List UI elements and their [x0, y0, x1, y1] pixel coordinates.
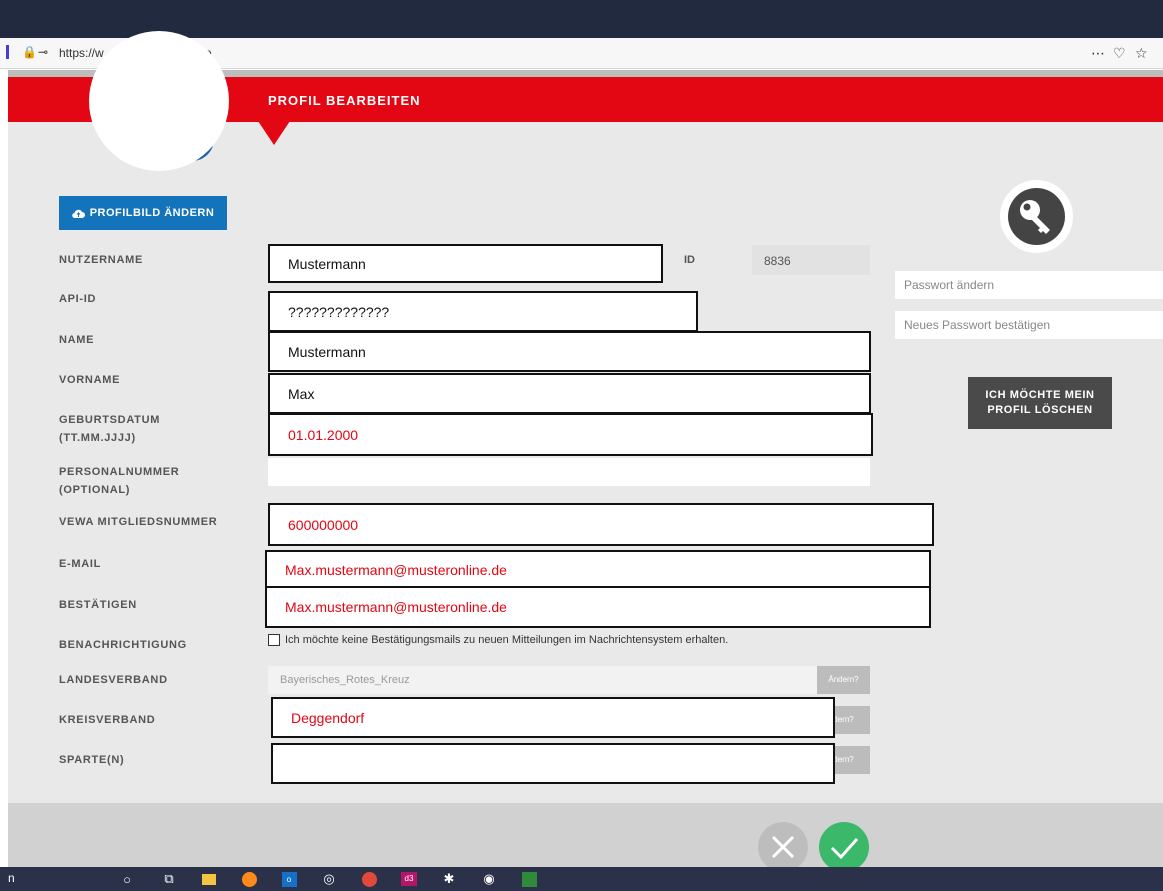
file-explorer-icon[interactable] — [200, 870, 218, 888]
label-vorname: VORNAME — [59, 374, 121, 386]
confirm-button[interactable] — [819, 822, 869, 872]
permission-icon[interactable]: ⊸ — [38, 45, 48, 59]
notification-checkbox[interactable] — [268, 634, 280, 646]
cancel-button[interactable] — [758, 822, 808, 872]
nutzername-input[interactable]: Mustermann — [268, 244, 663, 283]
confirm-password-input[interactable]: Neues Passwort bestätigen — [895, 311, 1163, 339]
action-bar — [8, 803, 1163, 867]
check-icon — [830, 838, 859, 860]
label-personalnummer: PERSONALNUMMER — [59, 466, 180, 478]
landesverband-field: Bayerisches_Rotes_Kreuz — [268, 666, 817, 694]
taskbar-search-text[interactable]: n — [8, 871, 15, 885]
delete-profile-label-line2: PROFIL LÖSCHEN — [987, 404, 1093, 416]
email-input[interactable]: Max.mustermann@musteronline.de — [265, 550, 931, 589]
key-icon — [1008, 188, 1065, 245]
label-geburtsdatum: GEBURTSDATUM — [59, 414, 161, 426]
label-name: NAME — [59, 334, 95, 346]
app-icon[interactable] — [520, 870, 538, 888]
sidebar-edge — [6, 45, 9, 59]
vewa-input[interactable]: 600000000 — [268, 503, 934, 546]
change-profile-picture-label: PROFILBILD ÄNDERN — [89, 207, 215, 219]
notification-text: Ich möchte keine Bestätigungsmails zu ne… — [285, 634, 729, 646]
label-sparten: SPARTE(N) — [59, 754, 125, 766]
vorname-input[interactable]: Max — [268, 373, 871, 414]
close-icon — [771, 835, 795, 859]
lock-icon[interactable]: 🔒 — [22, 45, 37, 59]
task-view-icon[interactable]: ⧉ — [160, 870, 178, 888]
label-nutzername: NUTZERNAME — [59, 254, 143, 266]
header-arrow — [258, 121, 290, 145]
geburtsdatum-input[interactable]: 01.01.2000 — [268, 413, 873, 456]
delete-profile-label-line1: ICH MÖCHTE MEIN — [985, 389, 1095, 401]
label-bestaetigen: BESTÄTIGEN — [59, 599, 137, 611]
label-benachrichtigung: BENACHRICHTIGUNG — [59, 639, 187, 651]
new-password-input[interactable]: Passwort ändern — [895, 271, 1163, 299]
label-vewa: VEWA MITGLIEDSNUMMER — [59, 516, 218, 528]
delete-profile-button[interactable]: ICH MÖCHTE MEIN PROFIL LÖSCHEN — [968, 377, 1112, 429]
firefox-icon[interactable] — [240, 870, 258, 888]
kreisverband-input[interactable]: Deggendorf — [271, 697, 835, 738]
id-label: ID — [684, 254, 695, 266]
d3-icon[interactable]: d3 — [400, 870, 418, 888]
email-confirm-input[interactable]: Max.mustermann@musteronline.de — [265, 586, 931, 628]
network-icon[interactable]: ✱ — [440, 870, 458, 888]
change-profile-picture-button[interactable]: PROFILBILD ÄNDERN — [59, 196, 227, 230]
notification-row: Ich möchte keine Bestätigungsmails zu ne… — [268, 634, 728, 646]
label-landesverband: LANDESVERBAND — [59, 674, 168, 686]
api-id-input[interactable]: ????????????? — [268, 291, 698, 332]
name-input[interactable]: Mustermann — [268, 331, 871, 372]
label-api-id: API-ID — [59, 293, 97, 305]
label-geburtsdatum-format: (TT.MM.JJJJ) — [59, 432, 136, 444]
id-value: 8836 — [752, 245, 870, 275]
url-text[interactable]: https://w — [59, 46, 104, 60]
personalnummer-input[interactable] — [268, 458, 870, 486]
label-email: E-MAIL — [59, 558, 102, 570]
app-icon[interactable]: ◎ — [320, 870, 338, 888]
label-kreisverband: KREISVERBAND — [59, 714, 156, 726]
cloud-upload-icon — [71, 209, 85, 218]
cortana-icon[interactable]: ○ — [118, 870, 136, 888]
more-dots-icon[interactable]: ⋯ — [1091, 45, 1105, 62]
chrome-icon[interactable] — [360, 870, 378, 888]
page-title: PROFIL BEARBEITEN — [268, 93, 421, 108]
outlook-icon[interactable]: o — [280, 870, 298, 888]
pocket-icon[interactable]: ♡ — [1113, 45, 1126, 62]
landesverband-change-button[interactable]: Ändern? — [817, 666, 870, 694]
sparten-input[interactable] — [271, 743, 835, 784]
label-personalnummer-optional: (OPTIONAL) — [59, 484, 131, 496]
app-icon[interactable]: ◉ — [480, 870, 498, 888]
avatar — [89, 31, 229, 171]
star-icon[interactable]: ☆ — [1135, 45, 1148, 62]
